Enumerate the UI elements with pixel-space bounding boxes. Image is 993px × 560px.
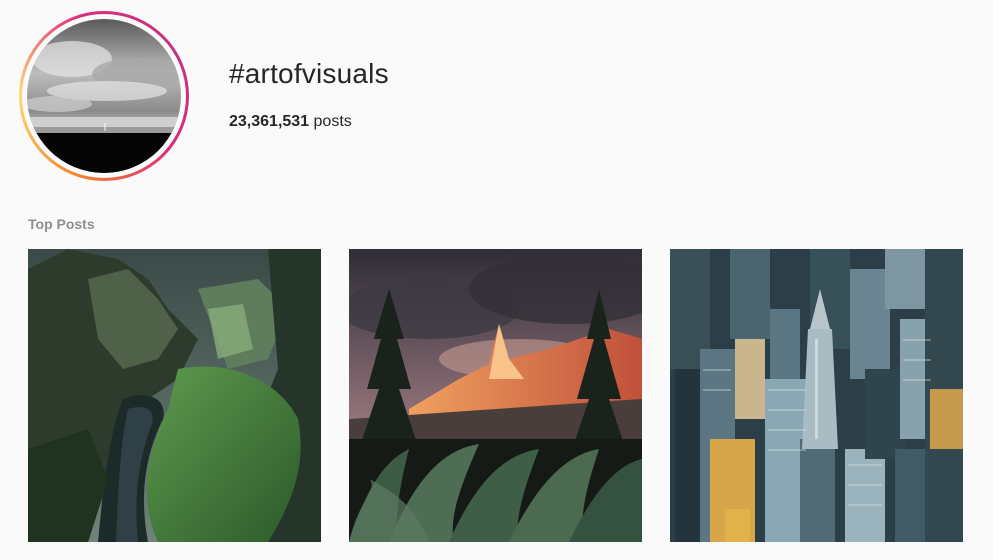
post-count: 23,361,531 posts [229, 113, 352, 131]
top-post-1[interactable] [28, 249, 321, 542]
avatar-image [27, 19, 181, 173]
hashtag-page: #artofvisuals 23,361,531 posts Top Posts [0, 0, 993, 560]
post-image-city [670, 249, 963, 542]
hashtag-title: #artofvisuals [229, 58, 389, 89]
post-image-mountain [349, 249, 642, 542]
top-posts-heading: Top Posts [28, 216, 95, 232]
post-count-suffix: posts [309, 113, 352, 130]
post-image-canyon [28, 249, 321, 542]
top-post-2[interactable] [349, 249, 642, 542]
top-post-3[interactable] [670, 249, 963, 542]
hashtag-avatar[interactable] [19, 11, 189, 181]
post-count-number: 23,361,531 [229, 113, 310, 130]
